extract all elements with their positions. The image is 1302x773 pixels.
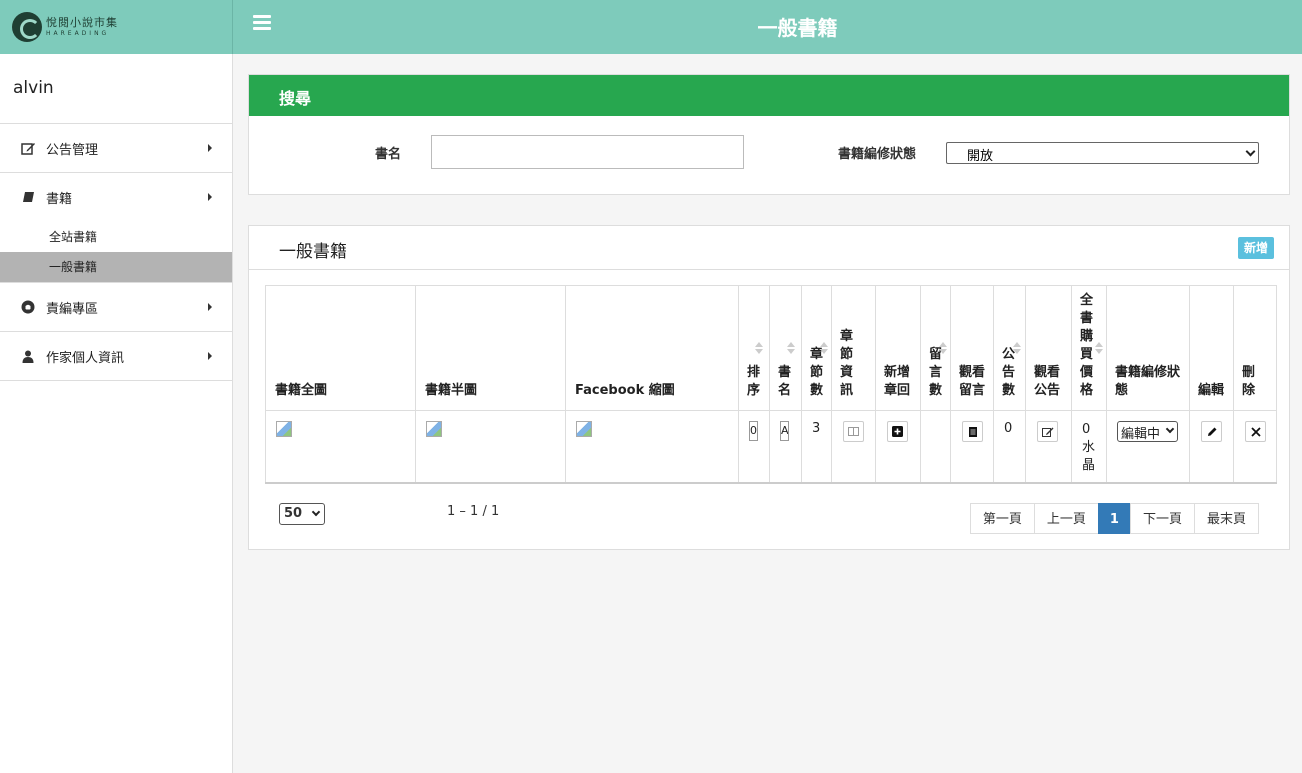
book-name-input[interactable]: [431, 135, 744, 169]
sort-icon: [1095, 342, 1103, 356]
fb-thumbnail: [576, 421, 592, 437]
page-range: 1 – 1 / 1: [447, 504, 500, 519]
sidebar-item-label: 公告管理: [46, 142, 99, 158]
col-chapters[interactable]: 章節數: [801, 285, 832, 411]
sort-icon: [820, 342, 828, 356]
book-list-panel: 一般書籍 新增 書籍全圖 書籍半圖 Facebook 縮圖 排序 書名 章節數 …: [248, 225, 1290, 550]
caret-right-icon: [208, 144, 212, 152]
sidebar-item-announcements[interactable]: 公告管理: [0, 124, 232, 173]
sidebar-item-books[interactable]: 書籍: [0, 173, 232, 222]
sidebar-subitem-general-books[interactable]: 一般書籍: [0, 252, 232, 282]
edit-icon: [1041, 427, 1053, 437]
list-icon: [968, 426, 977, 437]
caret-right-icon: [208, 193, 212, 201]
book-name-cell-input[interactable]: A: [780, 421, 789, 441]
col-half-image: 書籍半圖: [415, 285, 566, 411]
book-table: 書籍全圖 書籍半圖 Facebook 縮圖 排序 書名 章節數 章節資訊 新增章…: [265, 285, 1277, 484]
col-comments[interactable]: 留言數: [920, 285, 951, 411]
col-view-announcements: 觀看公告: [1025, 285, 1072, 411]
add-chapter-button[interactable]: [887, 421, 908, 442]
comment-count: [920, 410, 951, 483]
sidebar-item-label: 作家個人資訊: [46, 350, 125, 366]
col-add-chapter: 新增章回: [875, 285, 921, 411]
book-icon: [20, 191, 36, 205]
sort-icon: [939, 342, 947, 356]
current-page-button[interactable]: 1: [1097, 503, 1131, 534]
sort-icon: [755, 342, 763, 356]
username: alvin: [0, 54, 232, 124]
columns-icon: [848, 427, 859, 436]
edit-row-button[interactable]: [1201, 421, 1222, 442]
sidebar-item-author-profile[interactable]: 作家個人資訊: [0, 332, 232, 381]
announcement-count: 0: [993, 410, 1026, 483]
plus-square-icon: [892, 426, 903, 437]
col-full-price[interactable]: 全書購買價格: [1071, 285, 1107, 411]
sidebar-item-label: 責編專區: [46, 301, 99, 317]
edit-status-select[interactable]: 開放: [946, 142, 1259, 164]
sidebar: alvin 公告管理 書籍 全站書籍 一般書籍 責編專區 作家個人資訊: [0, 54, 233, 773]
full-image-thumbnail: [276, 421, 292, 437]
col-book-name[interactable]: 書名: [769, 285, 802, 411]
caret-right-icon: [208, 352, 212, 360]
col-fb-thumb: Facebook 縮圖: [565, 285, 739, 411]
edit-status-label: 書籍編修狀態: [838, 147, 917, 162]
sidebar-item-editor-zone[interactable]: 責編專區: [0, 283, 232, 332]
logo-name-en: HAREADING: [46, 30, 110, 37]
view-announcements-button[interactable]: [1037, 421, 1058, 442]
chevron-down-icon: [1245, 146, 1256, 157]
row-edit-status-select[interactable]: 編輯中: [1117, 421, 1178, 442]
last-page-button[interactable]: 最末頁: [1193, 503, 1259, 534]
price-unit: 水晶: [1082, 440, 1096, 473]
caret-right-icon: [208, 303, 212, 311]
col-edit-status: 書籍編修狀態: [1106, 285, 1190, 411]
chevron-down-icon: [1165, 424, 1175, 434]
sort-icon: [787, 342, 795, 356]
page-size-select[interactable]: 50: [279, 503, 325, 525]
logo-mark-icon: [12, 12, 42, 42]
first-page-button[interactable]: 第一頁: [969, 503, 1035, 534]
order-input[interactable]: 0: [749, 421, 758, 441]
pagination: 第一頁 上一頁 1 下一頁 最末頁: [969, 503, 1259, 534]
col-chapter-info: 章節資訊: [831, 285, 876, 411]
col-full-image: 書籍全圖: [265, 285, 416, 411]
pencil-icon: [1207, 427, 1216, 436]
chapter-count: 3: [801, 410, 832, 483]
col-delete: 刪除: [1233, 285, 1277, 411]
col-order[interactable]: 排序: [738, 285, 770, 411]
col-announcements[interactable]: 公告數: [993, 285, 1026, 411]
book-name-label: 書名: [375, 147, 402, 162]
sidebar-subitem-all-books[interactable]: 全站書籍: [0, 222, 232, 252]
top-bar: 悅閱小說市集 HAREADING 一般書籍: [0, 0, 1302, 54]
chapter-info-button[interactable]: [843, 421, 864, 442]
logo[interactable]: 悅閱小說市集 HAREADING: [0, 0, 233, 54]
half-image-thumbnail: [426, 421, 442, 437]
sidebar-item-label: 書籍: [46, 192, 73, 207]
menu-toggle-icon[interactable]: [253, 15, 271, 31]
search-panel-title: 搜尋: [249, 75, 1289, 116]
github-icon: [20, 300, 36, 314]
prev-page-button[interactable]: 上一頁: [1033, 503, 1099, 534]
add-book-button[interactable]: 新增: [1238, 237, 1274, 259]
books-submenu: 全站書籍 一般書籍: [0, 222, 232, 283]
chevron-down-icon: [311, 507, 321, 517]
view-comments-button[interactable]: [962, 421, 983, 442]
col-edit: 編輯: [1189, 285, 1234, 411]
price-value: 0: [1082, 422, 1091, 437]
edit-icon: [20, 141, 36, 155]
search-panel: 搜尋 書名 書籍編修狀態 開放: [248, 74, 1290, 195]
next-page-button[interactable]: 下一頁: [1129, 503, 1195, 534]
page-title: 一般書籍: [757, 16, 838, 40]
book-list-title: 一般書籍: [279, 242, 347, 262]
user-icon: [20, 349, 36, 363]
delete-row-button[interactable]: [1245, 421, 1266, 442]
table-row: 0 A 3 0 0 水晶 編輯中: [265, 410, 1277, 483]
col-view-comments: 觀看留言: [950, 285, 994, 411]
logo-name-zh: 悅閱小說市集: [46, 16, 118, 29]
close-icon: [1250, 426, 1261, 437]
sort-icon: [1013, 342, 1021, 356]
